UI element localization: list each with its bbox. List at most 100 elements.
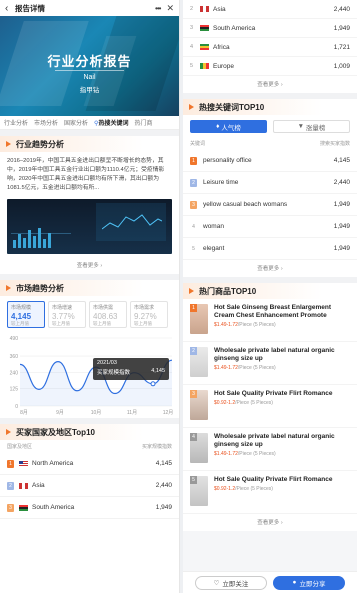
keyword-tabs: ♦ 人气榜 ▼ 涨量榜: [183, 115, 357, 138]
product-image: 2: [190, 347, 208, 377]
section-marker-icon: [189, 288, 194, 294]
x-tick-label: 10月: [91, 410, 102, 416]
flag-asia-icon: [19, 482, 28, 489]
tab-keywords[interactable]: ⚲热搜关键词: [94, 118, 128, 127]
flag-south-america-icon: [19, 504, 28, 511]
x-tick-label: 11月: [127, 410, 137, 416]
product-image: 1: [190, 304, 208, 334]
y-tick-label: 125: [10, 387, 19, 393]
metric-card-growth[interactable]: 市场增速 3.77% 较上月值: [48, 301, 86, 328]
tab-rising[interactable]: ▼ 涨量榜: [273, 120, 350, 133]
tab-products[interactable]: 热门商: [134, 118, 152, 127]
tab-industry[interactable]: 行业分析: [4, 118, 28, 127]
keywords-section: 热搜关键词TOP10 ♦ 人气榜 ▼ 涨量榜 关键词 搜索买家指数 1 perso…: [183, 99, 357, 277]
left-panel: ‹ 报告详情 ••• ✕ 行业分析报告 Nail 指甲钻 行业分析 市场分析 国…: [0, 0, 180, 593]
product-item[interactable]: 4 Wholesale private label natural organi…: [183, 428, 357, 471]
products-view-more[interactable]: 查看更多 ›: [183, 514, 357, 531]
industry-view-more[interactable]: 查看更多 ›: [0, 257, 179, 274]
table-row: 2 Asia 2,440: [0, 475, 179, 497]
more-icon[interactable]: •••: [155, 4, 161, 13]
flag-africa-icon: [200, 44, 209, 50]
top-bar: ‹ 报告详情 ••• ✕: [0, 0, 179, 16]
section-marker-icon: [6, 429, 11, 435]
banner-site: 指甲钻: [79, 87, 100, 94]
tab-popular[interactable]: ♦ 人气榜: [190, 120, 267, 133]
product-image: 3: [190, 390, 208, 420]
keywords-view-more[interactable]: 查看更多 ›: [183, 260, 357, 277]
product-item[interactable]: 2 Wholesale private label natural organi…: [183, 342, 357, 385]
y-tick-label: 360: [10, 354, 19, 360]
industry-section-header: 行业趋势分析: [0, 136, 179, 152]
right-panel: 2 Asia 2,440 3 South America 1,949 4 Afr…: [183, 0, 357, 593]
table-row: 4 Africa 1,721: [183, 38, 357, 57]
chart-tooltip: 2021/03 买家规模指数 4,145: [93, 358, 169, 380]
flag-asia-icon: [200, 6, 209, 12]
table-row: 2 Asia 2,440: [183, 0, 357, 19]
funnel-icon: ▼: [297, 123, 305, 130]
product-item[interactable]: 3 Hot Sale Quality Private Flirt Romance…: [183, 385, 357, 428]
products-section-header: 热门商品TOP10: [183, 283, 357, 299]
buyers-section-header: 买家国家及地区Top10: [0, 424, 179, 440]
x-tick-label: 9月: [56, 410, 64, 416]
x-tick-label: 8月: [20, 410, 28, 416]
list-item: 4 woman 1,949: [183, 216, 357, 238]
product-item[interactable]: 1 Hot Sale Ginseng Breast Enlargement Cr…: [183, 299, 357, 342]
table-row: 3 South America 1,949: [183, 19, 357, 38]
table-row: 1 North America 4,145: [0, 453, 179, 475]
market-trend-chart[interactable]: 0 125 240 360 490 8月 9月 10月 11月 12月 2021/03 买家规模指…: [0, 332, 179, 418]
heart-icon: ♡: [213, 579, 220, 587]
buyers-view-more[interactable]: 查看更多 ›: [183, 76, 357, 93]
keywords-table-head: 关键词 搜索买家指数: [190, 141, 350, 147]
flame-icon: ♦: [216, 123, 220, 130]
banner-title: 行业分析报告: [47, 54, 132, 69]
flag-us-icon: [19, 460, 28, 467]
y-tick-label: 240: [10, 371, 19, 377]
list-item: 5 elegant 1,949: [183, 238, 357, 260]
table-row: 3 South America 1,949: [0, 497, 179, 519]
metric-card-market-size[interactable]: 市场规模 4,145 较上月值: [7, 301, 45, 328]
product-image: 5: [190, 476, 208, 506]
industry-paragraph: 2016–2019年，中国工具五金进出口额呈不断增长的态势，其中，2019年中国…: [7, 158, 165, 191]
back-icon[interactable]: ‹: [5, 3, 15, 14]
metric-card-demand[interactable]: 市场需求 9.27% 较上月值: [130, 301, 168, 328]
keywords-section-title: 热搜关键词TOP10: [199, 102, 265, 112]
follow-button[interactable]: ♡ 立即关注: [195, 575, 267, 590]
table-row: 5 Europe 1,009: [183, 57, 357, 76]
dashboard-image: [7, 199, 172, 254]
buyers-table-continued: 2 Asia 2,440 3 South America 1,949 4 Afr…: [183, 0, 357, 93]
highlight-point[interactable]: [150, 381, 156, 387]
x-tick-label: 12月: [163, 410, 174, 416]
product-image: 4: [190, 433, 208, 463]
y-tick-label: 0: [15, 404, 18, 410]
metric-cards: 市场规模 4,145 较上月值 市场增速 3.77% 较上月值 市场供需 408…: [0, 296, 179, 332]
page-title: 报告详情: [15, 3, 45, 13]
bottom-action-bar: ♡ 立即关注 ● 立即分享: [183, 571, 357, 593]
share-button[interactable]: ● 立即分享: [273, 575, 345, 590]
metric-card-supply[interactable]: 市场供需 408.63 较上月值: [89, 301, 127, 328]
flag-south-america-icon: [200, 25, 209, 31]
y-tick-label: 490: [10, 336, 19, 342]
section-marker-icon: [6, 285, 11, 291]
product-item[interactable]: 5 Hot Sale Quality Private Flirt Romance…: [183, 471, 357, 514]
market-section-header: 市场趋势分析: [0, 280, 179, 296]
banner-name: Nail: [83, 74, 96, 81]
flag-europe-icon: [200, 63, 209, 69]
chat-icon: ●: [292, 579, 297, 586]
products-section-title: 热门商品TOP10: [199, 286, 257, 296]
section-tabs: 行业分析 市场分析 国家分析 ⚲热搜关键词 热门商: [0, 116, 179, 130]
section-marker-icon: [6, 141, 11, 147]
report-banner: 行业分析报告 Nail 指甲钻: [0, 16, 179, 116]
products-section: 热门商品TOP10 1 Hot Sale Ginseng Breast Enla…: [183, 283, 357, 531]
tab-country[interactable]: 国家分析: [64, 118, 88, 127]
list-item: 3 yellow casual beach womans 1,949: [183, 194, 357, 216]
close-icon[interactable]: ✕: [166, 3, 174, 14]
keywords-section-header: 热搜关键词TOP10: [183, 99, 357, 115]
section-marker-icon: [189, 104, 194, 110]
tab-market[interactable]: 市场分析: [34, 118, 58, 127]
list-item: 2 Leisure time 2,440: [183, 172, 357, 194]
buyers-table-head: 国家及地区 买家规模指数: [7, 444, 172, 450]
industry-section-title: 行业趋势分析: [16, 139, 64, 149]
buyers-section-title: 买家国家及地区Top10: [16, 427, 95, 437]
market-section-title: 市场趋势分析: [16, 283, 64, 293]
list-item: 1 personality office 4,145: [183, 150, 357, 172]
